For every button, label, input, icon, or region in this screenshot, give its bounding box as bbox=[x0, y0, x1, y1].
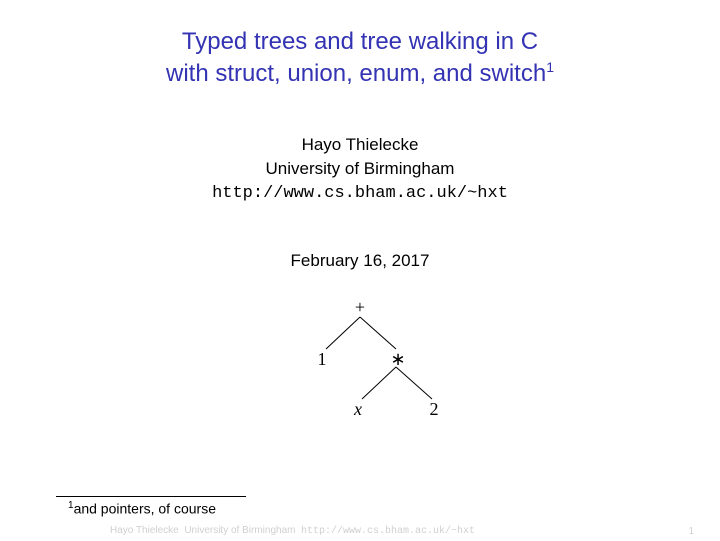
footer-affiliation: University of Birmingham bbox=[184, 525, 295, 536]
author-block: Hayo Thielecke University of Birmingham … bbox=[0, 133, 720, 207]
slide-title: Typed trees and tree walking in C with s… bbox=[0, 0, 720, 91]
slide: Typed trees and tree walking in C with s… bbox=[0, 0, 720, 541]
tree-node-star: ∗ bbox=[388, 349, 408, 370]
tree-node-2: 2 bbox=[424, 399, 444, 420]
footnote-rule bbox=[56, 496, 246, 497]
footnote-text: and pointers, of course bbox=[74, 501, 216, 517]
author-affiliation: University of Birmingham bbox=[0, 157, 720, 182]
expression-tree: + 1 ∗ x 2 bbox=[260, 301, 460, 421]
tree-root-plus: + bbox=[350, 297, 370, 318]
title-line-2: with struct, union, enum, and switch1 bbox=[0, 58, 720, 90]
tree-node-1: 1 bbox=[312, 349, 332, 370]
footer-page-number: 1 bbox=[688, 526, 694, 537]
title-line-1: Typed trees and tree walking in C bbox=[0, 26, 720, 58]
author-name: Hayo Thielecke bbox=[0, 133, 720, 158]
footer-author: Hayo Thielecke bbox=[110, 525, 179, 536]
author-url: http://www.cs.bham.ac.uk/~hxt bbox=[0, 182, 720, 207]
title-line-2-text: with struct, union, enum, and switch bbox=[166, 60, 546, 87]
title-footnote-mark: 1 bbox=[546, 59, 554, 75]
footer-author-block: Hayo Thielecke University of Birmingham … bbox=[110, 525, 475, 537]
footer-url: http://www.cs.bham.ac.uk/~hxt bbox=[301, 526, 475, 537]
footnote: 1and pointers, of course bbox=[68, 500, 216, 517]
slide-date: February 16, 2017 bbox=[0, 251, 720, 271]
tree-node-x: x bbox=[348, 399, 368, 420]
